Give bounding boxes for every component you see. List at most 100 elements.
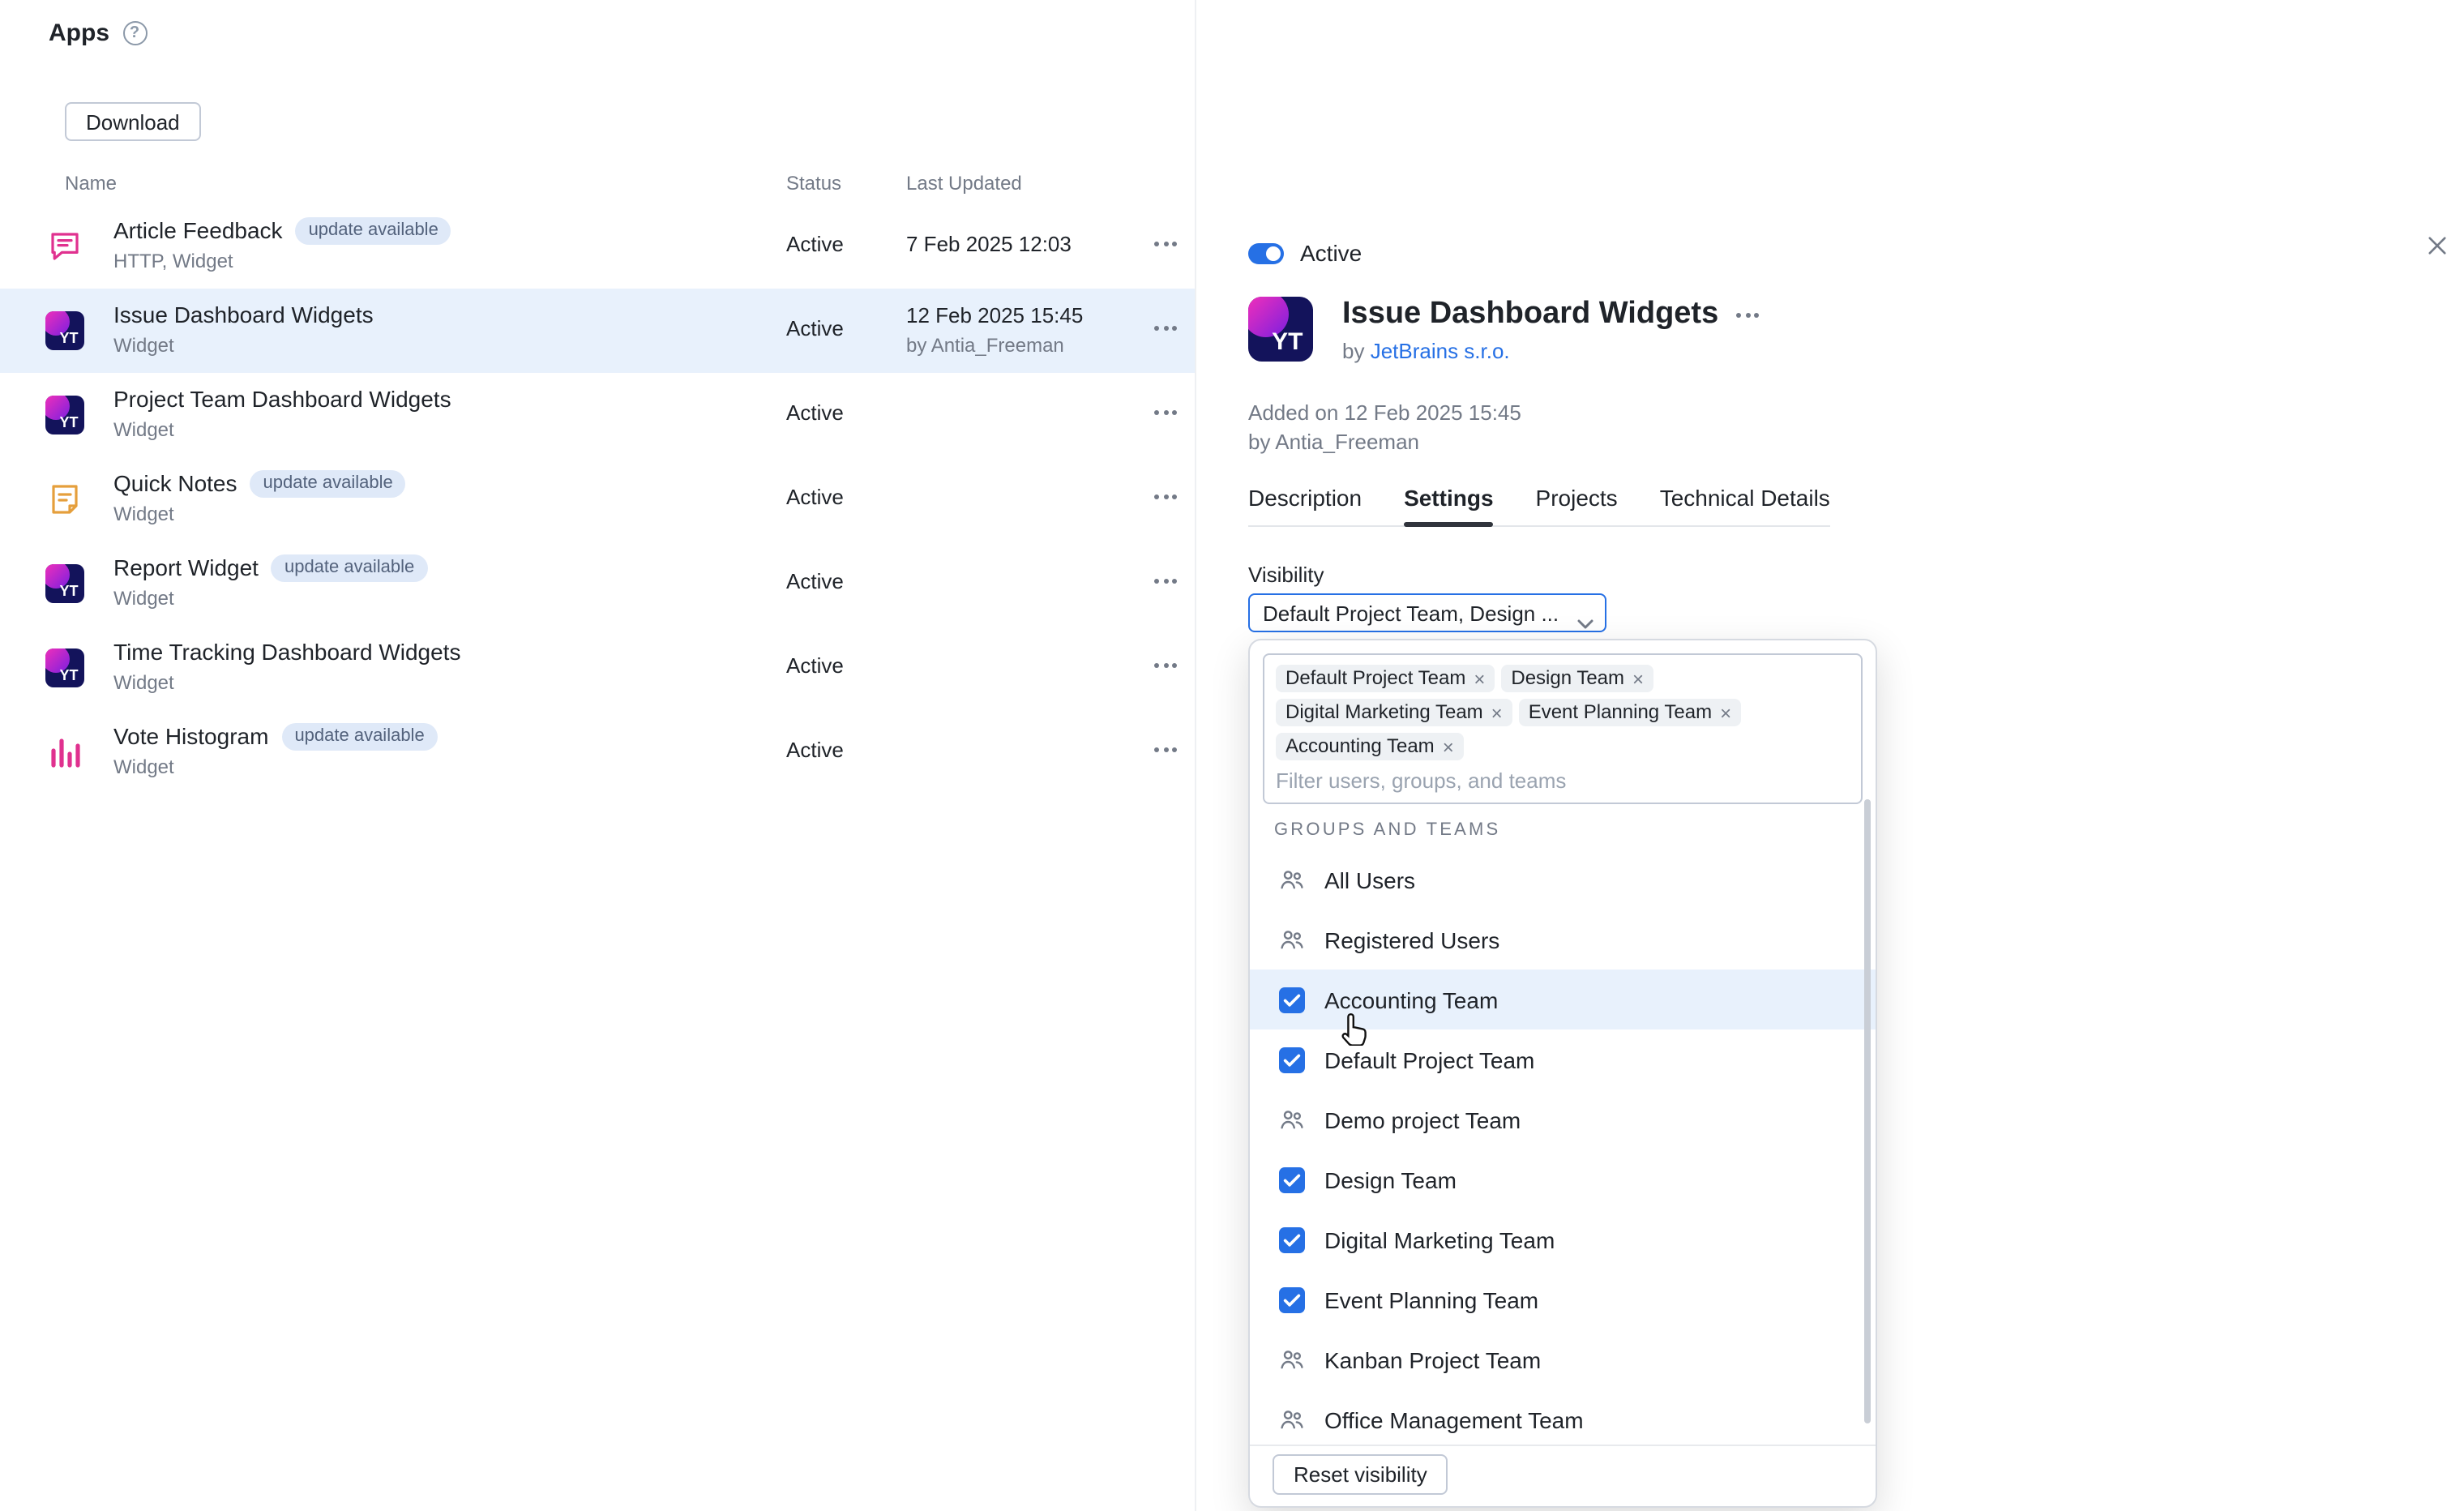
team-label: Accounting Team (1324, 987, 1498, 1012)
chip-remove-icon[interactable]: × (1720, 703, 1731, 722)
download-button[interactable]: Download (65, 102, 201, 141)
active-toggle-row: Active (1248, 240, 1362, 266)
histogram-icon (45, 733, 84, 772)
team-label: Office Management Team (1324, 1406, 1584, 1432)
app-name: Article Feedback (113, 217, 283, 245)
team-option-all-users[interactable]: All Users (1250, 850, 1876, 910)
group-icon (1279, 1346, 1305, 1372)
app-updated-date: 7 Feb 2025 12:03 (906, 232, 1072, 258)
chip-remove-icon[interactable]: × (1443, 737, 1454, 756)
popup-footer: Reset visibility (1250, 1445, 1876, 1506)
team-label: Event Planning Team (1324, 1286, 1538, 1312)
tab-projects[interactable]: Projects (1536, 485, 1618, 525)
visibility-dropdown-button[interactable]: Default Project Team, Design ... (1248, 593, 1606, 632)
row-menu-icon[interactable] (1154, 326, 1177, 331)
row-menu-icon[interactable] (1154, 579, 1177, 584)
group-icon (1279, 1406, 1305, 1432)
scrollbar-thumb[interactable] (1864, 799, 1871, 1423)
chip-label: Default Project Team (1285, 668, 1465, 689)
app-subtitle: Widget (113, 671, 460, 694)
help-icon[interactable]: ? (122, 20, 147, 45)
team-option-accounting-team[interactable]: Accounting Team (1250, 970, 1876, 1029)
tab-settings[interactable]: Settings (1404, 485, 1493, 525)
team-option-kanban-project-team[interactable]: Kanban Project Team (1250, 1329, 1876, 1389)
youtrack-icon: YT (45, 396, 84, 434)
svg-text:YT: YT (59, 330, 78, 346)
selected-team-chip: Event Planning Team × (1519, 699, 1741, 726)
team-option-digital-marketing-team[interactable]: Digital Marketing Team (1250, 1209, 1876, 1269)
app-status: Active (786, 232, 844, 256)
reset-visibility-button[interactable]: Reset visibility (1273, 1454, 1448, 1495)
visibility-dropdown-popup: Default Project Team × Design Team × Dig… (1248, 639, 1877, 1508)
update-available-badge: update available (281, 723, 437, 751)
close-icon[interactable] (2423, 232, 2449, 258)
app-updated-date: 12 Feb 2025 15:45 (906, 303, 1083, 329)
active-toggle-label: Active (1300, 240, 1362, 266)
row-menu-icon[interactable] (1154, 747, 1177, 752)
filter-teams-input[interactable] (1276, 768, 1827, 793)
team-option-event-planning-team[interactable]: Event Planning Team (1250, 1269, 1876, 1329)
app-subtitle: Widget (113, 418, 451, 441)
app-subtitle: HTTP, Widget (113, 250, 451, 272)
column-last-updated: Last Updated (906, 162, 1022, 204)
svg-text:YT: YT (59, 667, 78, 683)
selected-team-chip: Digital Marketing Team × (1276, 699, 1512, 726)
update-available-badge: update available (272, 554, 427, 582)
checkbox-checked-icon (1279, 987, 1305, 1012)
table-row[interactable]: Quick Notes update available Widget Acti… (0, 457, 1195, 541)
table-row[interactable]: Article Feedback update available HTTP, … (0, 204, 1195, 289)
table-row[interactable]: YT Time Tracking Dashboard Widgets Widge… (0, 626, 1195, 710)
vendor-prefix: by (1342, 339, 1371, 363)
table-row[interactable]: Vote Histogram update available Widget A… (0, 710, 1195, 794)
added-info: Added on 12 Feb 2025 15:45 by Antia_Free… (1248, 399, 1521, 457)
app-name: Vote Histogram (113, 723, 268, 751)
team-option-default-project-team[interactable]: Default Project Team (1250, 1029, 1876, 1089)
chip-remove-icon[interactable]: × (1632, 669, 1644, 688)
app-subtitle: Widget (113, 503, 406, 525)
app-subtitle: Widget (113, 756, 438, 778)
column-status: Status (786, 162, 841, 204)
row-menu-icon[interactable] (1154, 410, 1177, 415)
team-option-demo-project-team[interactable]: Demo project Team (1250, 1089, 1876, 1149)
table-row[interactable]: YT Report Widget update available Widget… (0, 541, 1195, 626)
detail-tabs: Description Settings Projects Technical Det… (1248, 485, 1830, 527)
row-menu-icon[interactable] (1154, 242, 1177, 246)
visibility-value: Default Project Team, Design ... (1263, 601, 1559, 625)
team-option-registered-users[interactable]: Registered Users (1250, 910, 1876, 970)
column-name: Name (65, 162, 117, 204)
chevron-down-icon (1577, 610, 1593, 634)
tab-technical-details[interactable]: Technical Details (1660, 485, 1830, 525)
checkbox-checked-icon (1279, 1286, 1305, 1312)
row-menu-icon[interactable] (1154, 663, 1177, 668)
app-status: Active (786, 485, 844, 509)
vendor-link[interactable]: JetBrains s.r.o. (1371, 339, 1510, 363)
selected-team-chip: Design Team × (1501, 665, 1653, 692)
team-option-design-team[interactable]: Design Team (1250, 1149, 1876, 1209)
active-toggle[interactable] (1248, 242, 1284, 263)
app-detail-panel: Active YT Issue Dashboard Widgets by Jet… (1195, 0, 2464, 1511)
tab-description[interactable]: Description (1248, 485, 1362, 525)
group-icon (1279, 927, 1305, 952)
app-name: Time Tracking Dashboard Widgets (113, 639, 460, 666)
app-status: Active (786, 569, 844, 593)
youtrack-icon: YT (45, 564, 84, 603)
checkbox-checked-icon (1279, 1166, 1305, 1192)
app-last-updated: 7 Feb 2025 12:03 (906, 232, 1072, 258)
team-label: Default Project Team (1324, 1047, 1534, 1072)
visibility-label: Visibility (1248, 563, 1324, 587)
table-row[interactable]: YT Project Team Dashboard Widgets Widget… (0, 373, 1195, 457)
app-actions-menu-icon[interactable] (1736, 312, 1759, 317)
chip-remove-icon[interactable]: × (1491, 703, 1503, 722)
groups-section-label: GROUPS AND TEAMS (1274, 820, 1500, 840)
chip-remove-icon[interactable]: × (1474, 669, 1485, 688)
app-title: Issue Dashboard Widgets (1342, 297, 1718, 332)
teams-multiselect-field[interactable]: Default Project Team × Design Team × Dig… (1263, 653, 1863, 804)
team-option-office-management-team[interactable]: Office Management Team (1250, 1389, 1876, 1449)
app-status: Active (786, 653, 844, 678)
chip-label: Design Team (1511, 668, 1624, 689)
app-updated-by: by Antia_Freeman (906, 332, 1083, 358)
table-row[interactable]: YT Issue Dashboard Widgets Widget Active… (0, 289, 1195, 373)
team-label: All Users (1324, 867, 1415, 892)
added-by: by Antia_Freeman (1248, 428, 1521, 457)
row-menu-icon[interactable] (1154, 494, 1177, 499)
